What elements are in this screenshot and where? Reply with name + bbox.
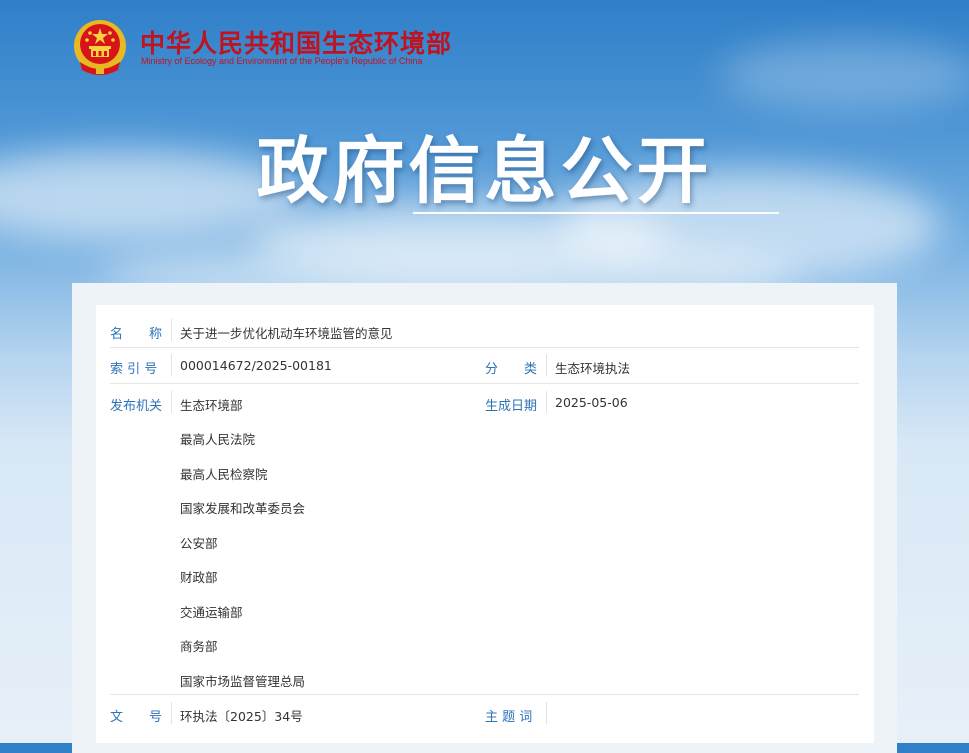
- separator: [171, 354, 172, 376]
- issuer-item: 公安部: [180, 536, 218, 551]
- row-name: 名 称 关于进一步优化机动车环境监管的意见: [110, 315, 859, 348]
- issuer-item: 最高人民法院: [180, 432, 256, 447]
- separator: [546, 702, 547, 724]
- separator: [546, 354, 547, 376]
- row-doc-number: 文 号 环执法〔2025〕34号 主 题 词: [110, 695, 859, 731]
- ministry-name-cn[interactable]: 中华人民共和国生态环境部: [140, 24, 452, 60]
- row-index: 索 引 号 000014672/2025-00181 分 类 生态环境执法: [110, 348, 859, 384]
- date-value: 2025-05-06: [555, 395, 628, 410]
- row-issuer: 发布机关 生态环境部 最高人民法院 最高人民检察院 国家发展和改革委员会 公安部…: [110, 384, 859, 695]
- doc-number-label: 文 号: [110, 710, 163, 725]
- name-value: 关于进一步优化机动车环境监管的意见: [180, 326, 393, 341]
- issuer-item: 财政部: [180, 570, 218, 585]
- separator: [171, 319, 172, 341]
- index-label: 索 引 号: [110, 362, 158, 377]
- issuer-item: 生态环境部: [180, 398, 243, 413]
- issuer-item: 国家市场监督管理总局: [180, 674, 306, 689]
- ministry-name-en[interactable]: Ministry of Ecology and Environment of t…: [141, 56, 422, 66]
- separator: [546, 391, 547, 413]
- separator: [171, 702, 172, 724]
- date-label: 生成日期: [485, 399, 538, 414]
- national-emblem-icon: [74, 20, 126, 75]
- doc-number-value: 环执法〔2025〕34号: [180, 709, 303, 724]
- keywords-label: 主 题 词: [485, 710, 533, 725]
- issuer-item: 国家发展和改革委员会: [180, 501, 306, 516]
- issuer-item: 商务部: [180, 639, 218, 654]
- title-underline: [413, 212, 779, 214]
- issuer-item: 交通运输部: [180, 605, 243, 620]
- category-label: 分 类: [485, 362, 538, 377]
- issuer-label: 发布机关: [110, 399, 163, 414]
- page-title: 政府信息公开: [256, 129, 713, 213]
- site-header: 中华人民共和国生态环境部 Ministry of Ecology and Env…: [72, 18, 472, 82]
- category-value: 生态环境执法: [555, 361, 631, 376]
- issuer-item: 最高人民检察院: [180, 467, 268, 482]
- index-value: 000014672/2025-00181: [180, 358, 332, 373]
- separator: [171, 391, 172, 413]
- name-label: 名 称: [110, 327, 163, 342]
